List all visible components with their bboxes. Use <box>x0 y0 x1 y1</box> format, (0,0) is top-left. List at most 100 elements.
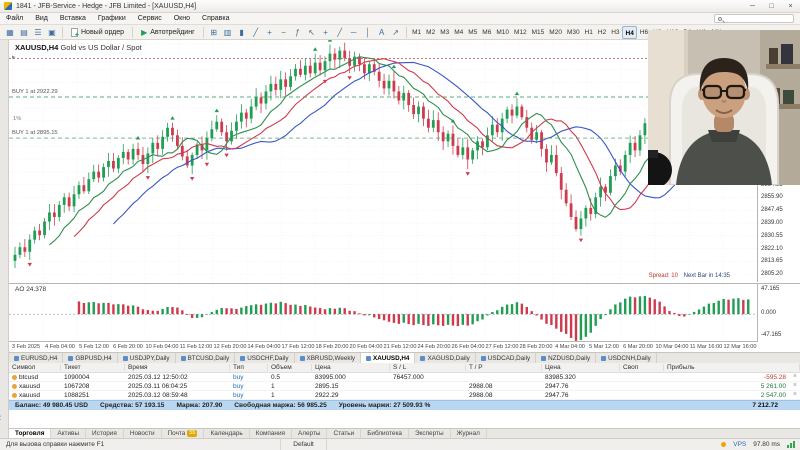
timeframe-m5[interactable]: M5 <box>466 26 480 39</box>
new-chart-icon[interactable]: ⊞ <box>207 26 221 39</box>
data-window-icon[interactable]: ▤ <box>17 26 31 39</box>
table-row[interactable]: xauusd 1088251 2025.03.12 08:59:48 buy 1 2922… <box>9 391 800 400</box>
timeframe-m4[interactable]: M4 <box>452 26 466 39</box>
column-header[interactable]: Время <box>125 364 230 371</box>
text-icon[interactable]: A <box>375 26 389 39</box>
indicator-pane[interactable]: AO 24.378 47.165 0.000 -47.165 <box>9 283 800 342</box>
menu-item[interactable]: Графики <box>92 13 132 25</box>
arrows-icon[interactable]: ↗ <box>389 26 403 39</box>
toolbox-tab[interactable]: Новости <box>124 429 162 438</box>
chart-tab[interactable]: USDJPY,Daily <box>118 353 176 363</box>
chart-tab[interactable]: USDCAD,Daily <box>476 353 537 363</box>
toolbox-tab[interactable]: Библиотека <box>361 429 409 438</box>
indicator-scale-label: 47.165 <box>761 286 780 292</box>
minimize-button[interactable]: ─ <box>743 0 762 12</box>
hline-icon[interactable]: ─ <box>347 26 361 39</box>
column-header[interactable]: Прибыль <box>664 364 800 371</box>
close-position-button[interactable]: × <box>793 392 797 398</box>
menu-item[interactable]: Вставка <box>54 13 92 25</box>
market-watch-icon[interactable]: ▦ <box>3 26 17 39</box>
symbol-cell: xauusd <box>9 383 61 390</box>
timeframe-m3[interactable]: M3 <box>438 26 452 39</box>
column-header[interactable]: Своп <box>620 364 664 371</box>
chart-tab[interactable]: XAGUSD,Daily <box>415 353 476 363</box>
maximize-button[interactable]: □ <box>762 0 781 12</box>
menu-item[interactable]: Файл <box>0 13 29 25</box>
chart-bars-icon[interactable]: ▥ <box>221 26 235 39</box>
timeframe-h1[interactable]: H1 <box>582 26 595 39</box>
menu-item[interactable]: Справка <box>196 13 235 25</box>
column-header[interactable]: Тип <box>230 364 268 371</box>
toolbar-separator <box>405 26 407 38</box>
chart-line-icon[interactable]: ╱ <box>249 26 263 39</box>
timeframe-m1[interactable]: M1 <box>410 26 424 39</box>
timeframe-m10[interactable]: M10 <box>494 26 512 39</box>
vline-icon[interactable]: │ <box>361 26 375 39</box>
timeframe-m2[interactable]: M2 <box>424 26 438 39</box>
toolbox-tab[interactable]: Компания <box>250 429 292 438</box>
profile-selector[interactable]: Default <box>280 439 327 450</box>
timeframe-m30[interactable]: M30 <box>564 26 582 39</box>
navigator-icon[interactable]: ☰ <box>31 26 45 39</box>
zoom-in-icon[interactable]: + <box>263 26 277 39</box>
timeframe-m12[interactable]: M12 <box>511 26 529 39</box>
toolbox-tab[interactable]: Статьи <box>327 429 362 438</box>
toolbox-tab-label: Новости <box>129 430 155 437</box>
toolbox-vertical-tab[interactable]: Инструменты <box>0 395 1 434</box>
table-row[interactable]: xauusd 1067208 2025.03.11 06:04:25 buy 1 2895… <box>9 382 800 391</box>
menu-item[interactable]: Окно <box>168 13 196 25</box>
toolbox-tab[interactable]: История <box>86 429 124 438</box>
column-header[interactable]: Цена <box>312 364 390 371</box>
toolbox-tab[interactable]: Активы <box>51 429 87 438</box>
chart-tab-label: GBPUSD,H4 <box>75 354 112 362</box>
toolbox-tab[interactable]: Почта 55 <box>162 429 205 438</box>
toolbox-tab[interactable]: Журнал <box>451 429 487 438</box>
chart-tab[interactable]: XAUUSD,H4 <box>361 353 416 363</box>
chart-tab[interactable]: BTCUSD,Daily <box>176 353 236 363</box>
menu-item[interactable]: Сервис <box>132 13 168 25</box>
timeframe-h3[interactable]: H3 <box>609 26 622 39</box>
chart-tab[interactable]: NZDUSD,Daily <box>536 353 597 363</box>
column-header[interactable]: S / L <box>390 364 466 371</box>
trendline-icon[interactable]: ╱ <box>333 26 347 39</box>
indicators-icon[interactable]: ƒ <box>291 26 305 39</box>
column-header[interactable]: Цена <box>542 364 620 371</box>
timeframe-m6[interactable]: M6 <box>480 26 494 39</box>
chart-tab[interactable]: USDCHF,Daily <box>235 353 295 363</box>
status-help-text: Для вызова справки нажмите F1 <box>6 441 105 448</box>
column-header[interactable]: T / P <box>466 364 542 371</box>
close-position-button[interactable]: × <box>793 374 797 380</box>
position-labels: BUY 1 at 2922.29 BUY 1 at 2895.15 <box>11 40 211 282</box>
search-input[interactable] <box>714 14 794 23</box>
close-position-button[interactable]: × <box>793 383 797 389</box>
vps-label[interactable]: VPS <box>733 441 746 448</box>
toolbox-tab[interactable]: Эксперты <box>409 429 451 438</box>
table-row[interactable]: btcusd 1090004 2025.03.12 12:50:02 buy 0.5 83… <box>9 373 800 382</box>
toolbox-icon[interactable]: ▣ <box>45 26 59 39</box>
timeframe-m15[interactable]: M15 <box>529 26 547 39</box>
time-axis[interactable]: 3 Feb 2025 4 Feb 04:00 5 Feb 12:00 6 Feb 20… <box>9 341 757 352</box>
close-button[interactable]: × <box>781 0 800 12</box>
chart-tab-label: XBRUSD,Weekly <box>306 354 356 362</box>
timeframe-m20[interactable]: M20 <box>547 26 565 39</box>
toolbox-tab[interactable]: Алерты <box>292 429 328 438</box>
crosshair-icon[interactable]: + <box>319 26 333 39</box>
autotrading-button[interactable]: ▶ Автотрейдинг <box>136 26 200 39</box>
menu-item[interactable]: Вид <box>29 13 54 25</box>
alert-icon[interactable] <box>721 442 727 447</box>
new-order-button[interactable]: Новый ордер <box>66 26 129 39</box>
timeframe-h2[interactable]: H2 <box>595 26 608 39</box>
cursor-icon[interactable]: ↖ <box>305 26 319 39</box>
timeframe-h4[interactable]: H4 <box>622 25 638 39</box>
toolbox-tab[interactable]: Торговля <box>9 429 52 438</box>
chart-tab[interactable]: EURUSD,H4 <box>9 353 64 363</box>
chart-candles-icon[interactable]: ▮ <box>235 26 249 39</box>
chart-tab[interactable]: XBRUSD,Weekly <box>295 353 362 363</box>
column-header[interactable]: Тикет <box>61 364 125 371</box>
chart-tab[interactable]: USDCNH,Daily <box>596 353 657 363</box>
chart-tab[interactable]: GBPUSD,H4 <box>63 353 118 363</box>
column-header[interactable]: Объем <box>268 364 312 371</box>
zoom-out-icon[interactable]: − <box>277 26 291 39</box>
toolbox-tab[interactable]: Календарь <box>204 429 250 438</box>
column-header[interactable]: Символ <box>9 364 61 371</box>
